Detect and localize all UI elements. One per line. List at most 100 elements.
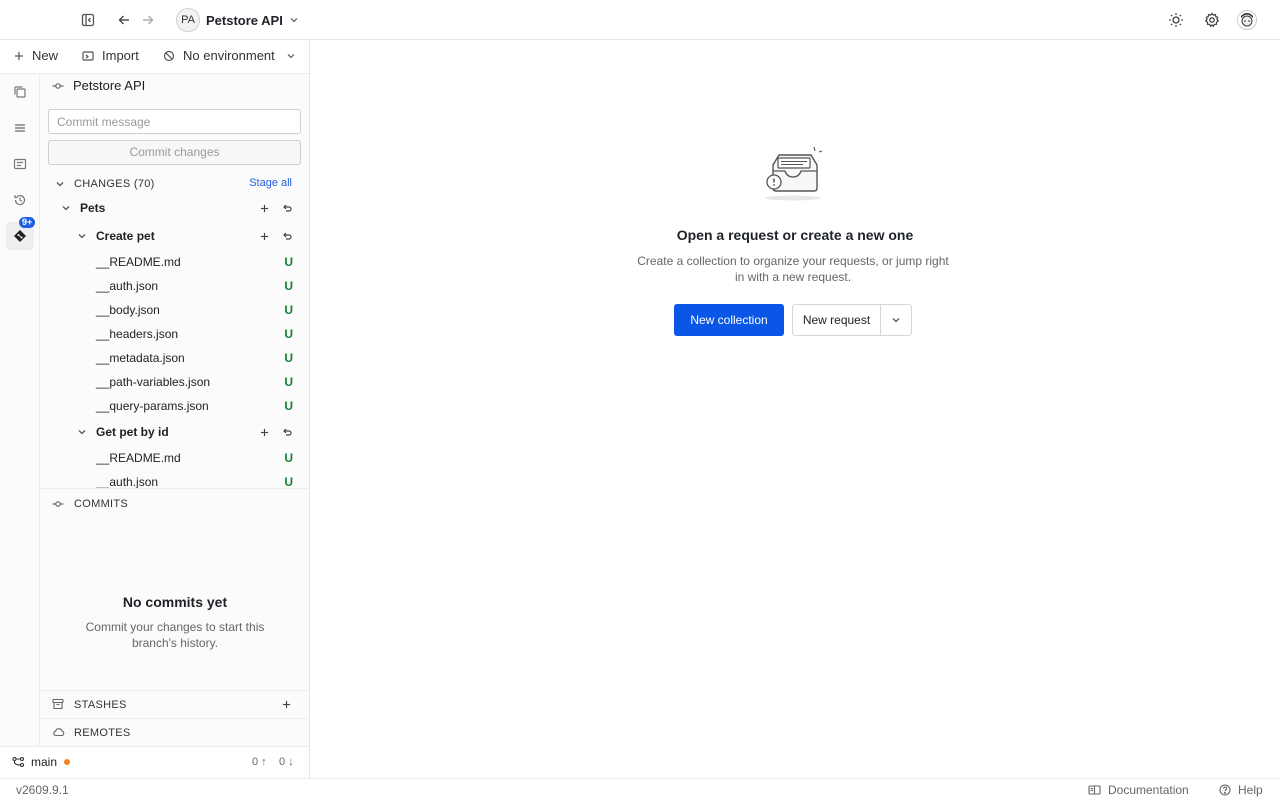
file-name: __metadata.json xyxy=(96,351,185,365)
new-request-split-button: New request xyxy=(792,304,912,336)
chevron-down-icon xyxy=(286,51,296,61)
tree-file[interactable]: __README.md U xyxy=(40,250,310,274)
project-header: Petstore API xyxy=(52,78,145,93)
add-stash-plus-icon[interactable] xyxy=(282,700,291,709)
tree-file[interactable]: __metadata.json U xyxy=(40,346,310,370)
file-name: __body.json xyxy=(96,303,160,317)
file-name: __path-variables.json xyxy=(96,375,211,389)
import-label: Import xyxy=(102,48,139,63)
git-sidebar: Petstore API Commit changes CHANGES (70)… xyxy=(40,74,310,746)
branch-name: main xyxy=(31,755,58,769)
toggle-sidebar-icon[interactable] xyxy=(78,10,98,30)
import-icon xyxy=(82,50,94,62)
tree-file[interactable]: __query-params.json U xyxy=(40,394,310,418)
status-bar: v2609.9.1 Documentation Help xyxy=(0,778,1280,800)
no-commits-state: No commits yet Commit your changes to st… xyxy=(40,594,310,651)
file-status-badge: U xyxy=(284,451,293,465)
history-icon[interactable] xyxy=(6,186,34,214)
discard-undo-icon[interactable] xyxy=(282,231,292,241)
git-sync-icon[interactable]: 9+ xyxy=(6,217,36,250)
chevron-down-icon xyxy=(77,427,87,437)
file-status-badge: U xyxy=(284,279,293,293)
chevron-down-icon xyxy=(289,15,299,25)
changes-label: CHANGES (70) xyxy=(74,178,155,190)
archive-icon xyxy=(52,698,64,710)
commit-icon xyxy=(52,80,64,92)
chevron-down-icon xyxy=(891,315,901,325)
layers-icon[interactable] xyxy=(6,114,34,142)
plus-icon xyxy=(14,51,24,61)
file-name: __query-params.json xyxy=(96,399,209,413)
environment-selector[interactable]: No environment xyxy=(163,48,296,63)
remotes-section-header[interactable]: REMOTES xyxy=(40,718,310,746)
commits-section-header[interactable]: COMMITS xyxy=(40,488,310,518)
no-commits-description: Commit your changes to start this branch… xyxy=(85,620,265,650)
commit-changes-button[interactable]: Commit changes xyxy=(48,140,301,165)
ahead-count[interactable]: 0 ↑ xyxy=(252,756,267,768)
help-link[interactable]: Help xyxy=(1219,783,1263,797)
main-panel: Open a request or create a new one Creat… xyxy=(310,40,1280,778)
user-avatar-icon[interactable] xyxy=(1237,10,1257,30)
behind-value: 0 xyxy=(279,756,286,768)
commit-message-input[interactable] xyxy=(48,109,301,134)
chevron-down-icon xyxy=(55,179,65,189)
documentation-link[interactable]: Documentation xyxy=(1088,783,1189,797)
cloud-icon xyxy=(52,726,65,738)
folder-label: Pets xyxy=(80,201,106,215)
back-arrow-icon[interactable] xyxy=(114,10,134,30)
import-button[interactable]: Import xyxy=(82,48,139,63)
documentation-label: Documentation xyxy=(1108,783,1189,797)
document-list-icon[interactable] xyxy=(6,150,34,178)
file-status-badge: U xyxy=(284,327,293,341)
chevron-down-icon xyxy=(77,231,87,241)
stage-plus-icon[interactable] xyxy=(260,232,269,241)
tree-file[interactable]: __auth.json U xyxy=(40,274,310,298)
stage-plus-icon[interactable] xyxy=(260,428,269,437)
tree-folder[interactable]: Get pet by id xyxy=(40,420,310,444)
app-version: v2609.9.1 xyxy=(16,783,69,797)
help-circle-icon xyxy=(1219,784,1231,796)
stashes-section-header[interactable]: STASHES xyxy=(40,690,310,718)
tree-file[interactable]: __body.json U xyxy=(40,298,310,322)
file-status-badge: U xyxy=(284,399,293,413)
new-request-dropdown[interactable] xyxy=(881,305,911,335)
no-environment-icon xyxy=(163,50,175,62)
sun-icon[interactable] xyxy=(1166,10,1186,30)
new-collection-button[interactable]: New collection xyxy=(674,304,784,336)
commits-label: COMMITS xyxy=(74,498,129,510)
tree-folder[interactable]: Create pet xyxy=(40,224,310,248)
tree-folder[interactable]: Pets xyxy=(40,196,310,220)
new-button[interactable]: New xyxy=(14,48,58,63)
changes-section-header[interactable]: CHANGES (70) Stage all xyxy=(40,174,310,194)
gear-icon[interactable] xyxy=(1202,10,1222,30)
empty-inbox-illustration xyxy=(759,143,829,208)
file-name: __auth.json xyxy=(96,475,159,488)
ahead-value: 0 xyxy=(252,756,259,768)
tree-file[interactable]: __README.md U xyxy=(40,446,310,470)
tree-file[interactable]: __headers.json U xyxy=(40,322,310,346)
file-status-badge: U xyxy=(284,255,293,269)
tree-file[interactable]: __path-variables.json U xyxy=(40,370,310,394)
copy-icon[interactable] xyxy=(6,78,34,106)
empty-state-title: Open a request or create a new one xyxy=(676,227,914,243)
stage-all-link[interactable]: Stage all xyxy=(249,177,292,189)
branch-bar: main 0 ↑ 0 ↓ xyxy=(0,746,310,778)
branch-selector[interactable]: main xyxy=(12,755,71,769)
behind-count[interactable]: 0 ↓ xyxy=(279,756,294,768)
stage-plus-icon[interactable] xyxy=(260,204,269,213)
forward-arrow-icon[interactable] xyxy=(138,10,158,30)
workspace-switcher[interactable]: PA Petstore API xyxy=(176,8,299,32)
environment-label: No environment xyxy=(183,48,275,63)
workspace-name: Petstore API xyxy=(206,12,283,28)
file-status-badge: U xyxy=(284,375,293,389)
changes-tree: Pets Create pet __README.md U __auth.jso… xyxy=(40,196,310,488)
new-request-button[interactable]: New request xyxy=(793,305,881,335)
folder-label: Create pet xyxy=(96,229,155,243)
no-commits-title: No commits yet xyxy=(122,594,228,610)
file-status-badge: U xyxy=(284,475,293,488)
activity-rail: 9+ xyxy=(0,74,40,746)
discard-undo-icon[interactable] xyxy=(282,427,292,437)
tree-file[interactable]: __auth.json U xyxy=(40,470,310,488)
discard-undo-icon[interactable] xyxy=(282,203,292,213)
file-name: __README.md xyxy=(96,255,181,269)
